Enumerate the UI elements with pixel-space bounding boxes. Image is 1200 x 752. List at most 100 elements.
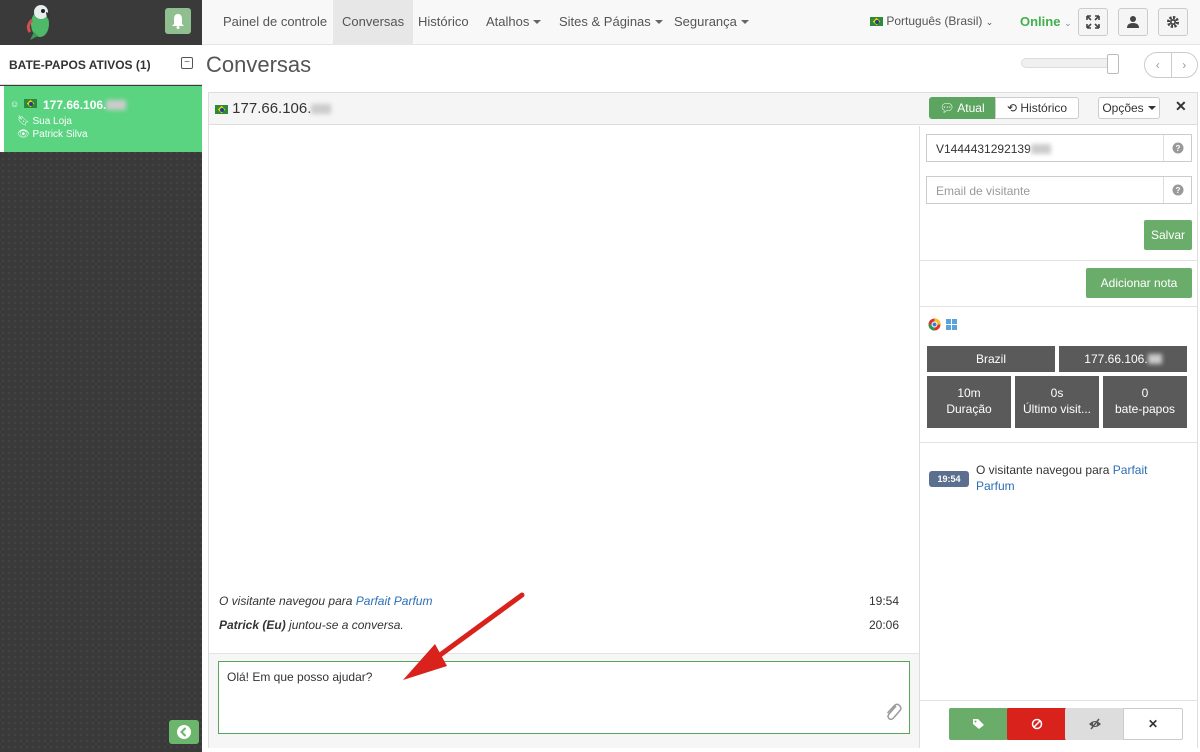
visitor-email-field[interactable]: Email de visitante ? (926, 176, 1192, 204)
close-icon[interactable]: ✕ (1175, 98, 1187, 115)
parrot-logo-icon (26, 5, 50, 40)
expand-icon (1086, 15, 1100, 29)
nav-dashboard[interactable]: Painel de controle (214, 0, 336, 45)
brazil-flag-icon (870, 17, 883, 26)
message-2: Patrick (Eu) juntou-se a conversa. (219, 618, 404, 632)
visitor-id: V1444431292139 (936, 142, 1051, 156)
message-1-time: 19:54 (869, 594, 900, 608)
sidebar: BATE-PAPOS ATIVOS (1) − ☺ 177.66.106. 🔖︎… (0, 0, 202, 752)
email-placeholder: Email de visitante (936, 184, 1031, 198)
last-visit-value: 0s (1050, 386, 1064, 400)
language-label: Português (Brasil) (886, 14, 983, 28)
tag-button[interactable] (949, 708, 1009, 740)
chat-panel: 177.66.106. 💬︎ Atual ⟲ Histórico Opções … (208, 92, 1198, 748)
divider (920, 442, 1198, 443)
chevron-down-icon: ⌄ (1064, 18, 1072, 28)
options-dropdown[interactable]: Opções (1098, 97, 1160, 119)
last-visit-stat: 0s Último visit... (1015, 376, 1099, 428)
active-chats-header: BATE-PAPOS ATIVOS (1) − (0, 45, 202, 85)
bell-icon (172, 14, 184, 29)
tags-icon (973, 719, 984, 729)
back-button[interactable] (169, 720, 199, 744)
message-input[interactable] (218, 661, 910, 734)
zoom-slider-track[interactable] (1021, 58, 1119, 68)
redacted-ip-part (106, 100, 127, 110)
active-chat-item[interactable]: ☺ 177.66.106. 🔖︎ Sua Loja 👁︎ Patrick Sil… (0, 86, 202, 152)
caret-down-icon (740, 20, 749, 24)
chrome-icon (928, 318, 941, 331)
save-button[interactable]: Salvar (1144, 220, 1192, 250)
chats-count-stat: 0 bate-papos (1103, 376, 1187, 428)
ban-icon (1031, 718, 1043, 730)
ip-badge: 177.66.106. (1059, 346, 1187, 372)
duration-value: 10m (957, 386, 981, 400)
user-button[interactable] (1118, 8, 1148, 36)
brazil-flag-icon (24, 99, 37, 108)
eye-icon: 👁︎ (17, 129, 30, 140)
page-title: Conversas (206, 52, 312, 77)
settings-button[interactable] (1158, 8, 1188, 36)
zoom-slider-handle[interactable] (1107, 54, 1119, 74)
country-badge: Brazil (927, 346, 1055, 372)
browser-icons (928, 318, 959, 334)
collapse-icon[interactable]: − (181, 57, 193, 69)
chat-panel-header: 177.66.106. 💬︎ Atual ⟲ Histórico Opções … (209, 93, 1197, 125)
online-status[interactable]: Online ⌄ (1020, 0, 1072, 45)
chat-bubble-icon: 💬︎ (939, 101, 955, 115)
nav-history[interactable]: Histórico (409, 0, 478, 45)
nav-shortcuts-label: Atalhos (486, 14, 530, 29)
bookmark-icon: 🔖︎ (17, 116, 30, 127)
chat-visitor-ip: 177.66.106. (215, 100, 332, 117)
visitor-info-panel: V1444431292139 ? Email de visitante ? Sa… (919, 126, 1198, 748)
options-label: Opções (1102, 101, 1144, 115)
active-chats-title: BATE-PAPOS ATIVOS (1) (9, 58, 151, 72)
add-note-button[interactable]: Adicionar nota (1086, 268, 1192, 298)
visitor-id-field[interactable]: V1444431292139 ? (926, 134, 1192, 162)
top-navbar: Painel de controle Conversas Histórico A… (202, 0, 1200, 45)
nav-security[interactable]: Segurança (665, 0, 758, 45)
status-label: Online (1020, 14, 1061, 29)
caret-down-icon (654, 20, 663, 24)
help-icon[interactable]: ? (1163, 177, 1191, 203)
message-2-time: 20:06 (869, 618, 900, 632)
help-icon[interactable]: ? (1163, 135, 1191, 161)
prev-button[interactable]: ‹ (1145, 53, 1172, 77)
duration-stat: 10m Duração (927, 376, 1011, 428)
arrow-left-circle-icon (177, 725, 191, 739)
tab-history[interactable]: ⟲ Histórico (995, 97, 1079, 119)
caret-down-icon (1147, 106, 1156, 110)
divider (920, 700, 1198, 701)
next-button[interactable]: › (1172, 53, 1198, 77)
annotation-arrow-icon (403, 592, 525, 680)
logo-area (0, 0, 202, 45)
chat-operator: 👁︎ Patrick Silva (17, 129, 88, 140)
messages-area: O visitante navegou para Parfait Parfum … (209, 126, 919, 652)
event-text: O visitante navegou para Parfait Parfum (976, 463, 1148, 493)
nav-shortcuts[interactable]: Atalhos (477, 0, 550, 45)
close-chat-button[interactable]: ✕ (1123, 708, 1183, 740)
paperclip-icon[interactable] (884, 702, 902, 722)
block-button[interactable] (1007, 708, 1067, 740)
chevron-down-icon: ⌄ (985, 17, 994, 27)
language-selector[interactable]: Português (Brasil) ⌄ (870, 0, 993, 44)
redacted-ip-part (311, 104, 332, 114)
divider (920, 306, 1198, 307)
nav-security-label: Segurança (674, 14, 737, 29)
user-icon (1127, 16, 1139, 28)
redacted-id-part (1030, 144, 1051, 154)
fullscreen-button[interactable] (1078, 8, 1108, 36)
user-icon: ☺ (10, 99, 20, 109)
brazil-flag-icon (215, 105, 228, 114)
nav-sites-pages[interactable]: Sites & Páginas (550, 0, 672, 45)
hide-button[interactable] (1065, 708, 1125, 740)
tab-current[interactable]: 💬︎ Atual (929, 97, 995, 119)
nav-conversations[interactable]: Conversas (333, 0, 414, 45)
eye-slash-icon (1089, 718, 1101, 730)
notifications-button[interactable] (165, 8, 191, 34)
event-time-badge: 19:54 (929, 471, 969, 487)
caret-down-icon (533, 20, 542, 24)
close-icon: ✕ (1147, 717, 1159, 731)
composer-area (209, 653, 919, 748)
chats-count-value: 0 (1141, 386, 1149, 400)
gear-icon (1167, 16, 1179, 28)
